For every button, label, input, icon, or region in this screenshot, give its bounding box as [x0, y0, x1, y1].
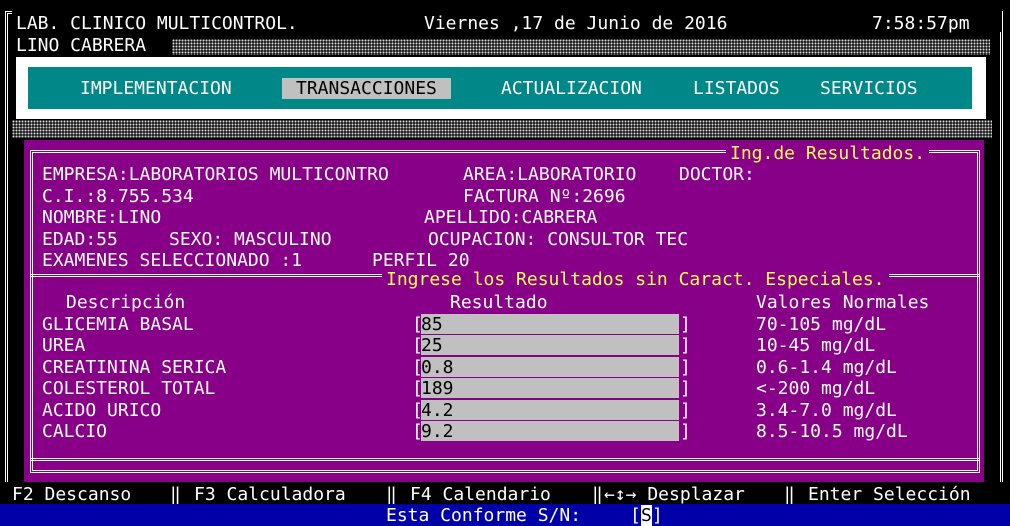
result-input[interactable]: 4.2 — [421, 400, 679, 421]
result-input[interactable]: 25 — [421, 335, 679, 356]
exam-name: COLESTEROL TOTAL — [42, 378, 216, 399]
ocupacion-field: OCUPACION: CONSULTOR TEC — [428, 229, 689, 250]
panel-title: Ing.de Resultados. — [726, 143, 930, 164]
edad-field: EDAD:55 — [42, 229, 118, 250]
ci-field: C.I.:8.755.534 — [42, 186, 194, 207]
separator: ‖ — [592, 484, 603, 505]
dotted-fill — [12, 120, 992, 138]
exam-name: CALCIO — [42, 421, 108, 442]
confirm-bracket-left: [ — [630, 505, 641, 526]
menu-item-transacciones[interactable]: TRANSACCIONES — [282, 78, 451, 99]
enter-seleccion[interactable]: Enter Selección — [808, 484, 971, 505]
separator: ‖ — [170, 484, 181, 505]
dotted-fill — [172, 39, 990, 55]
examenes-field: EXAMENES SELECCIONADO :1 — [42, 250, 303, 271]
user-name: LINO CABRERA — [16, 35, 147, 56]
bracket-right: ] — [680, 335, 691, 356]
result-input[interactable]: 85 — [421, 314, 679, 335]
normal-range: 10-45 mg/dL — [756, 335, 876, 356]
normal-range: 70-105 mg/dL — [756, 314, 887, 335]
bracket-right: ] — [680, 400, 691, 421]
panel-divider-bottom — [30, 458, 980, 461]
separator: ‖ — [386, 484, 397, 505]
result-input[interactable]: 189 — [421, 378, 679, 399]
date-display: Viernes ,17 de Junio de 2016 — [424, 13, 728, 34]
menu-item-listados[interactable]: LISTADOS — [693, 78, 780, 99]
normal-range: 8.5-10.5 mg/dL — [756, 421, 908, 442]
normal-range: <-200 mg/dL — [756, 378, 876, 399]
nombre-field: NOMBRE:LINO — [42, 207, 162, 228]
f4-calendario[interactable]: F4 Calendario — [410, 484, 551, 505]
perfil-field: PERFIL 20 — [372, 250, 470, 271]
apellido-field: APELLIDO:CABRERA — [424, 207, 598, 228]
bracket-right: ] — [680, 357, 691, 378]
exam-name: GLICEMIA BASAL — [42, 314, 194, 335]
doctor-field: DOCTOR: — [679, 164, 755, 185]
desplazar-hint: ←↕→ Desplazar — [604, 484, 745, 505]
menu-item-servicios[interactable]: SERVICIOS — [820, 78, 918, 99]
exam-name: ACIDO URICO — [42, 400, 162, 421]
f3-calculadora[interactable]: F3 Calculadora — [194, 484, 346, 505]
sexo-field: SEXO: MASCULINO — [169, 229, 332, 250]
factura-field: FACTURA Nº:2696 — [463, 186, 626, 207]
menu-item-implementacion[interactable]: IMPLEMENTACION — [80, 78, 232, 99]
bracket-right: ] — [680, 314, 691, 335]
result-input[interactable]: 9.2 — [421, 421, 679, 442]
exam-name: UREA — [42, 335, 86, 356]
confirm-bracket-right: ] — [652, 505, 663, 526]
header-descripcion: Descripción — [66, 292, 186, 313]
f2-descanso[interactable]: F2 Descanso — [12, 484, 131, 505]
bracket-right: ] — [680, 421, 691, 442]
normal-range: 3.4-7.0 mg/dL — [756, 400, 897, 421]
time-display: 7:58:57pm — [872, 13, 970, 34]
header-resultado: Resultado — [450, 292, 548, 313]
result-input[interactable]: 0.8 — [421, 357, 679, 378]
empresa-field: EMPRESA:LABORATORIOS MULTICONTRO — [42, 164, 389, 185]
exam-name: CREATININA SERICA — [42, 357, 227, 378]
header-valores: Valores Normales — [756, 292, 930, 313]
instruction-text: Ingrese los Resultados sin Caract. Espec… — [382, 269, 889, 290]
menu-item-actualizacion[interactable]: ACTUALIZACION — [501, 78, 642, 99]
normal-range: 0.6-1.4 mg/dL — [756, 357, 897, 378]
confirm-input[interactable]: S — [641, 505, 652, 526]
bracket-right: ] — [680, 378, 691, 399]
lab-name: LAB. CLINICO MULTICONTROL. — [16, 13, 298, 34]
separator: ‖ — [784, 484, 795, 505]
confirm-prompt: Esta Conforme S/N: — [386, 505, 582, 526]
area-field: AREA:LABORATORIO — [463, 164, 637, 185]
